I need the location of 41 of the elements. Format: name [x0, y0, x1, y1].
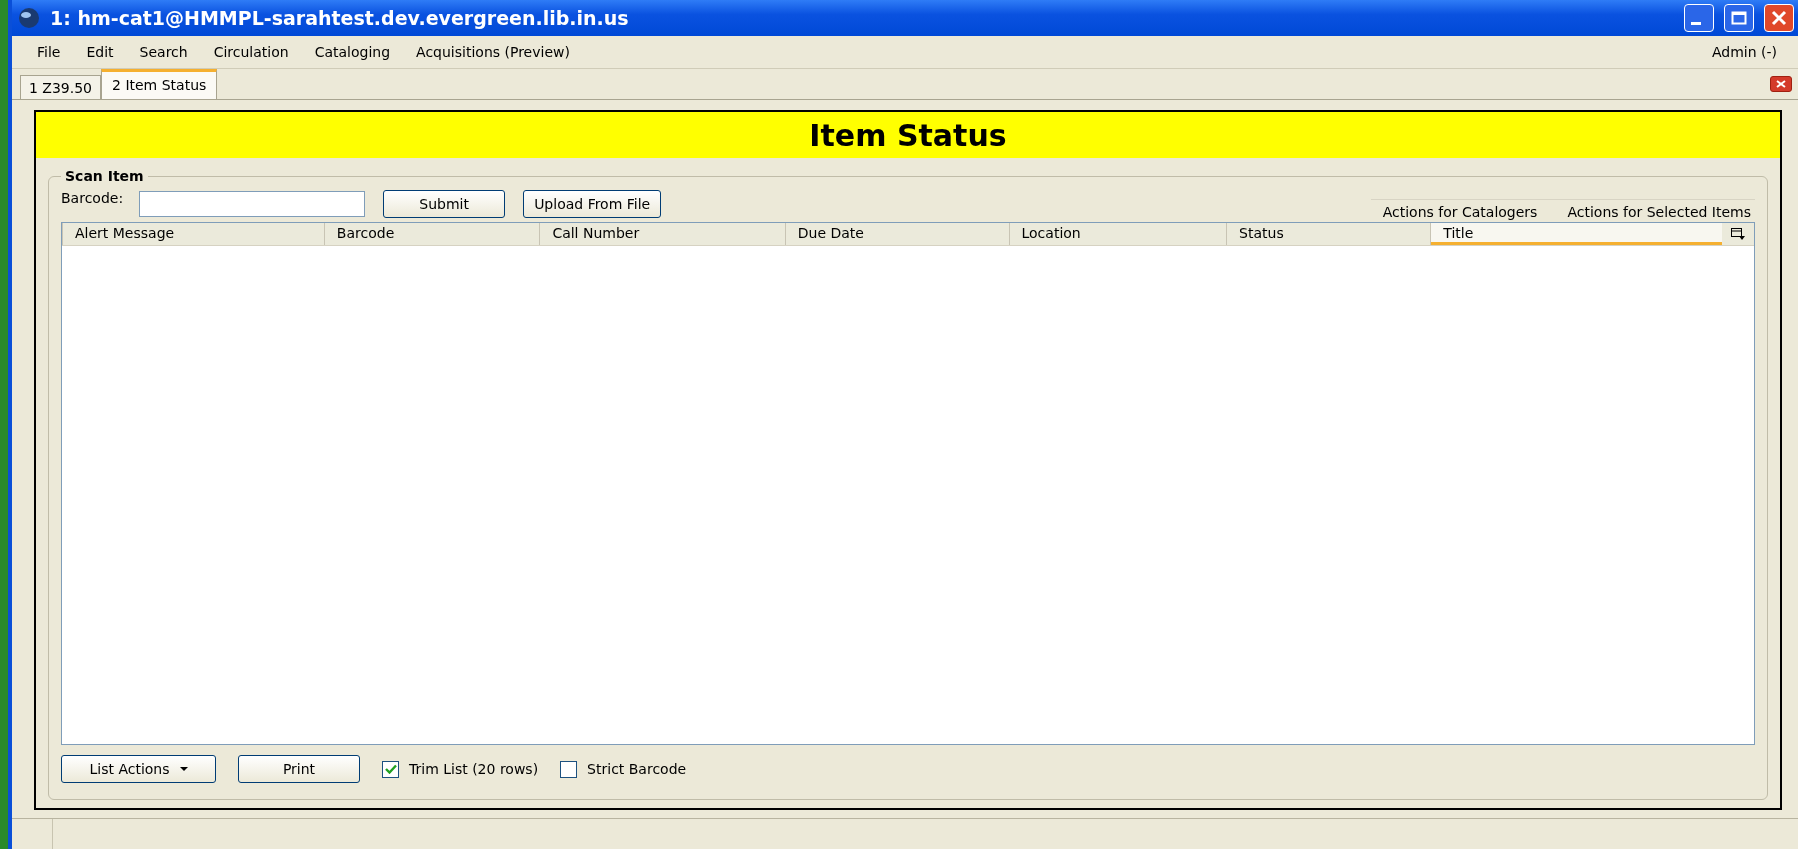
- maximize-icon: [1731, 11, 1747, 25]
- checkbox[interactable]: [382, 760, 399, 778]
- upload-button[interactable]: Upload From File: [523, 190, 662, 218]
- checkbox-label: Trim List (20 rows): [409, 761, 539, 777]
- caret-icon: [179, 767, 188, 771]
- window-title: 1: hm-cat1@HMMPL-sarahtest.dev.evergreen.lib.in.us: [50, 7, 630, 29]
- close-button[interactable]: [1764, 4, 1794, 32]
- column-header[interactable]: Alert Message: [62, 223, 324, 245]
- globe-icon: [18, 7, 40, 29]
- menu-item[interactable]: File: [24, 44, 74, 60]
- barcode-label: Barcode:: [61, 190, 124, 206]
- maximize-button[interactable]: [1724, 4, 1754, 32]
- minimize-button[interactable]: [1684, 4, 1714, 32]
- tab[interactable]: 1 Z39.50: [20, 75, 102, 99]
- user-menu[interactable]: Admin (-): [1698, 44, 1790, 60]
- menu-item[interactable]: Edit: [73, 44, 127, 60]
- menu-item[interactable]: Acquisitions (Preview): [403, 44, 583, 60]
- page-header: Item Status: [36, 112, 1780, 158]
- tab[interactable]: 2 Item Status: [101, 69, 218, 99]
- column-header[interactable]: Call Number: [539, 223, 785, 245]
- close-icon: [1771, 10, 1787, 26]
- column-header[interactable]: Barcode: [323, 223, 540, 245]
- checkbox-label: Strict Barcode: [587, 761, 687, 777]
- checkbox[interactable]: [560, 760, 578, 778]
- close-tab-button[interactable]: [1770, 76, 1792, 92]
- menu-item[interactable]: Search: [126, 44, 201, 60]
- menu-item[interactable]: Cataloging: [301, 44, 404, 60]
- menu-item[interactable]: Circulation: [200, 44, 302, 60]
- column-header[interactable]: Title: [1430, 223, 1722, 245]
- actions-menu[interactable]: Actions for Catalogers: [1382, 204, 1538, 220]
- submit-button[interactable]: Submit: [383, 190, 506, 218]
- barcode-input[interactable]: [139, 191, 366, 217]
- group-legend: Scan Item: [61, 168, 148, 184]
- close-icon: [1776, 80, 1786, 88]
- list-actions-button[interactable]: List Actions: [61, 755, 216, 783]
- column-header[interactable]: Location: [1008, 223, 1227, 245]
- actions-menu[interactable]: Actions for Selected Items: [1567, 204, 1751, 220]
- column-picker-icon[interactable]: [1731, 228, 1745, 240]
- minimize-icon: [1691, 21, 1701, 25]
- column-header[interactable]: Due Date: [784, 223, 1009, 245]
- print-button[interactable]: Print: [238, 755, 360, 783]
